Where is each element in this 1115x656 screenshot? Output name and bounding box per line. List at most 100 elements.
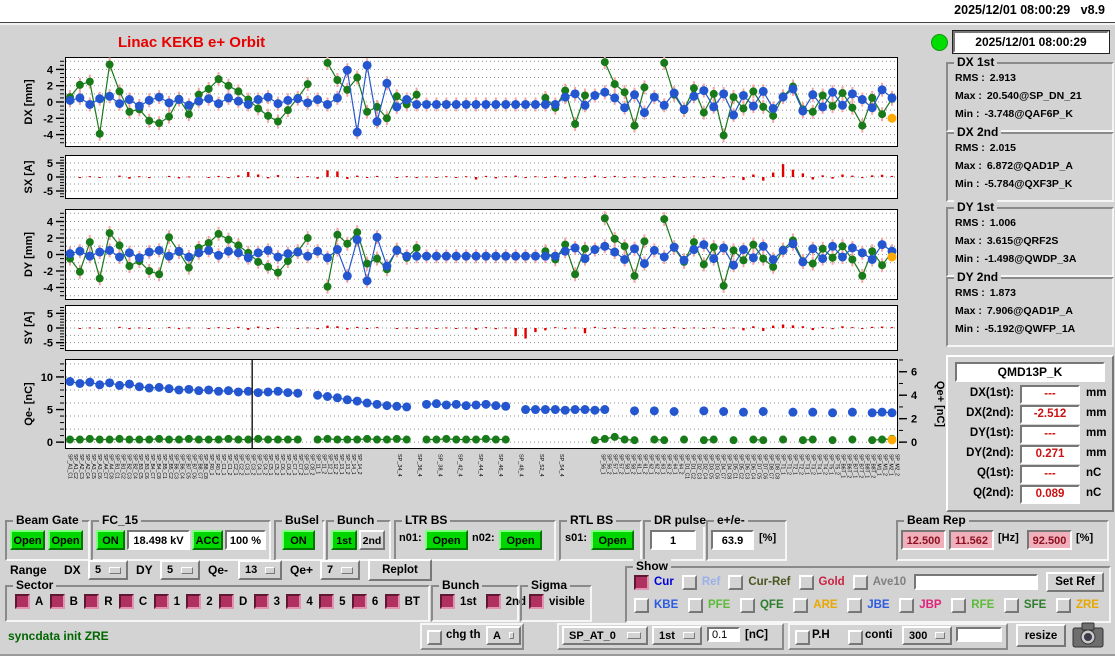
extra-input[interactable] [956, 627, 1002, 642]
sector-item: B [49, 594, 78, 609]
count-select[interactable]: 300 [902, 626, 952, 645]
sector-checkbox-6[interactable] [351, 594, 367, 609]
ltr-n01-open-button[interactable]: Open [425, 530, 468, 550]
monitor-value: 0.089 [1020, 485, 1080, 504]
bunch-footer-select[interactable]: 1st [652, 626, 702, 645]
show-mode-checkbox-Ave10[interactable] [852, 574, 868, 590]
ltr-n02-open-button[interactable]: Open [499, 530, 542, 550]
show-sector-checkbox-RFE[interactable] [951, 597, 967, 613]
bunch-1st-button[interactable]: 1st [331, 530, 357, 550]
bunch-select-checkbox-1st[interactable] [440, 594, 455, 609]
show-sector-label: ZRE [1075, 599, 1099, 611]
show-mode-checkbox-Gold[interactable] [798, 574, 814, 590]
stat-group-dx-1st: DX 1st RMS :2.913 Max :20.540@SP_DN_21 M… [946, 55, 1114, 132]
svg-text:SP_B3_C6: SP_B3_C6 [143, 454, 149, 479]
replot-button[interactable]: Replot [368, 559, 432, 581]
ref-filename-input[interactable] [914, 574, 1038, 590]
sp-at-select[interactable]: SP_AT_0 [562, 626, 648, 645]
bunch-select-checkbox-2nd[interactable] [485, 594, 501, 609]
beam-gate-open-button-2[interactable]: Open [48, 530, 83, 550]
show-sector-checkbox-PFE[interactable] [687, 597, 703, 613]
sector-checkbox-D[interactable] [219, 594, 235, 609]
chg-th-checkbox[interactable] [427, 630, 442, 645]
show-sector-item: SFE [1003, 597, 1046, 613]
resize-button[interactable]: resize [1016, 624, 1066, 647]
sector-checkbox-5[interactable] [319, 594, 335, 609]
svg-text:SP_T5_1: SP_T5_1 [827, 454, 833, 475]
sector-checkbox-BT[interactable] [384, 594, 400, 609]
svg-text:4: 4 [47, 64, 54, 76]
rtl-s01-open-button[interactable]: Open [591, 530, 634, 550]
sector-checkbox-4[interactable] [286, 594, 302, 609]
conti-checkbox[interactable] [848, 630, 863, 645]
sector-checkbox-A[interactable] [15, 594, 30, 609]
fc15-on-button[interactable]: ON [96, 530, 125, 550]
svg-text:SP_A1_C1: SP_A1_C1 [66, 454, 72, 479]
bunch-toggle-group: Bunch 1st 2nd [326, 513, 391, 561]
option-menu-icon [265, 566, 275, 574]
show-sector-checkbox-KBE[interactable] [634, 597, 649, 613]
sector-label: D [239, 595, 248, 608]
range-dx-select[interactable]: 5 [88, 560, 128, 580]
chg-th-select[interactable]: A [486, 626, 521, 645]
sector-checkbox-3[interactable] [253, 594, 269, 609]
show-sector-checkbox-ZRE[interactable] [1055, 597, 1071, 613]
sector-item: 4 [286, 594, 313, 609]
range-qem-select[interactable]: 13 [238, 560, 282, 580]
ph-checkbox[interactable] [795, 630, 810, 645]
show-mode-checkbox-Ref[interactable] [681, 574, 697, 590]
bunch-2nd-button[interactable]: 2nd [359, 530, 385, 550]
threshold-input[interactable] [707, 627, 740, 642]
option-menu-icon [627, 632, 641, 639]
sector-checkbox-2[interactable] [186, 594, 202, 609]
show-sector-label: QFE [759, 599, 784, 611]
show-sector-item: KBE [634, 597, 678, 613]
busel-on-button[interactable]: ON [282, 530, 315, 550]
monitor-name[interactable]: QMD13P_K [955, 362, 1105, 382]
sector-checkbox-B[interactable] [49, 594, 65, 609]
camera-icon[interactable] [1072, 621, 1104, 648]
dr-pulse-field[interactable]: 1 [650, 530, 696, 550]
beam-gate-open-button-1[interactable]: Open [10, 530, 45, 550]
range-qem-label: Qe- [208, 563, 229, 577]
show-mode-item: Cur [634, 574, 674, 590]
sector-checkbox-1[interactable] [153, 594, 169, 609]
svg-text:Qe+ [nC]: Qe+ [nC] [934, 381, 945, 427]
svg-text:SP_34_4: SP_34_4 [396, 454, 402, 477]
range-qep-select[interactable]: 7 [320, 560, 360, 580]
show-mode-checkbox-Cur-Ref[interactable] [728, 574, 744, 590]
svg-text:SP_B1_C1: SP_B1_C1 [114, 454, 120, 479]
svg-text:SP_63_2: SP_63_2 [666, 454, 672, 475]
svg-text:SP_64_1: SP_64_1 [672, 454, 678, 475]
set-ref-button[interactable]: Set Ref [1046, 572, 1104, 592]
sector-checkbox-R[interactable] [84, 594, 100, 609]
svg-text:SP_B7_C5: SP_B7_C5 [185, 454, 191, 479]
range-dy-select[interactable]: 5 [160, 560, 200, 580]
svg-text:SP_64_2: SP_64_2 [678, 454, 684, 475]
svg-text:SP_56_2: SP_56_2 [606, 454, 612, 475]
show-sector-checkbox-ARE[interactable] [793, 597, 809, 613]
show-sector-checkbox-SFE[interactable] [1003, 597, 1019, 613]
show-sector-checkbox-JBE[interactable] [847, 597, 863, 613]
svg-text:SP_58_2: SP_58_2 [630, 454, 636, 475]
option-menu-icon [682, 632, 695, 639]
eplus-eminus-field[interactable]: 63.9 [711, 530, 754, 550]
sigma-label: visible [549, 595, 585, 608]
fc15-group: FC_15 ON 18.498 kV ACC 100 % [91, 513, 271, 561]
show-sector-checkbox-QFE[interactable] [739, 597, 755, 613]
bunch-select-item: 1st [440, 594, 477, 609]
sector-checkbox-C[interactable] [118, 594, 134, 609]
sigma-checkbox-visible[interactable] [529, 594, 544, 609]
show-sector-checkbox-JBP[interactable] [899, 597, 915, 613]
show-mode-checkbox-Cur[interactable] [634, 574, 649, 590]
svg-text:SP_62_1: SP_62_1 [648, 454, 654, 475]
fc15-acc-button[interactable]: ACC [192, 530, 223, 550]
eplus-eminus-group: e+/e- 63.9 [%] [706, 513, 787, 561]
fc15-percent-field[interactable]: 100 % [225, 530, 266, 550]
svg-text:SP_13_1: SP_13_1 [338, 454, 344, 475]
svg-text:0: 0 [47, 172, 53, 184]
svg-text:SP_52_4: SP_52_4 [538, 454, 544, 477]
range-qep-label: Qe+ [290, 563, 314, 577]
fc15-kv-field[interactable]: 18.498 kV [127, 530, 190, 550]
svg-text:SP_C5_1: SP_C5_1 [267, 454, 273, 476]
